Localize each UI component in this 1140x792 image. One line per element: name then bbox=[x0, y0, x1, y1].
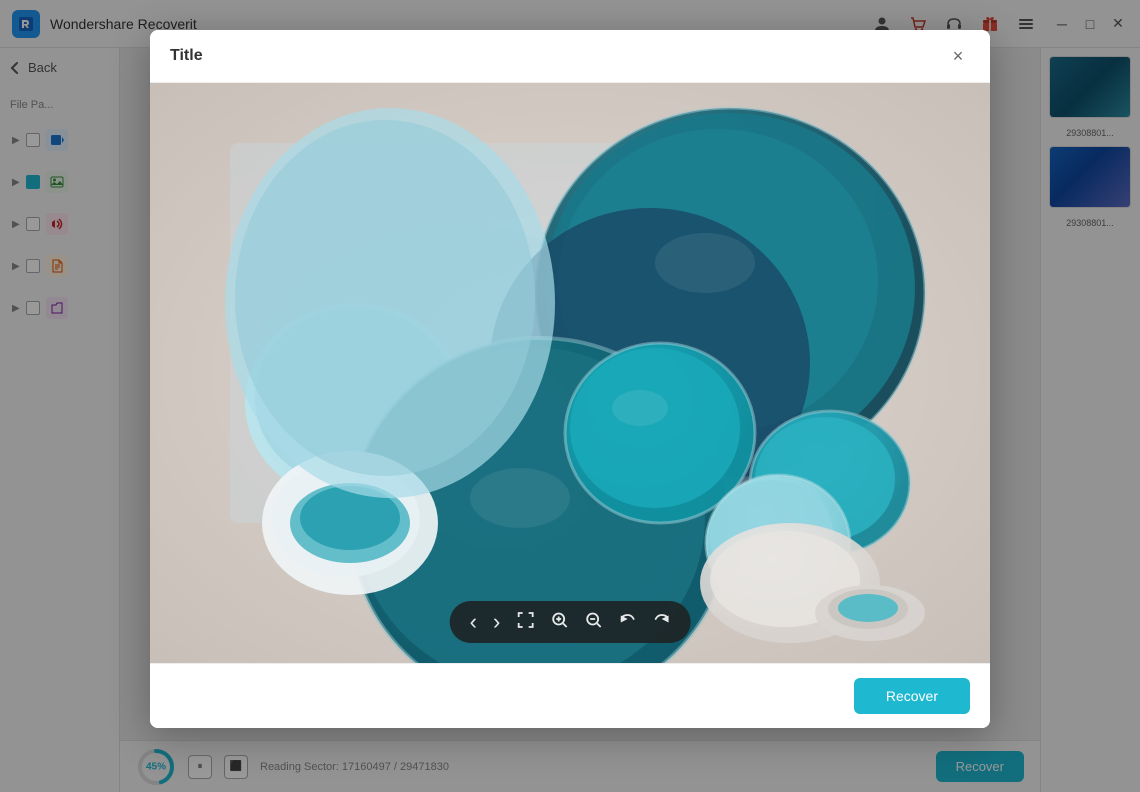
modal-footer: Recover bbox=[150, 663, 990, 728]
zoom-out-button[interactable] bbox=[584, 611, 602, 634]
image-toolbar: ‹ › bbox=[450, 601, 691, 643]
fullscreen-button[interactable] bbox=[516, 611, 534, 634]
zoom-in-button[interactable] bbox=[550, 611, 568, 634]
rotate-right-button[interactable] bbox=[652, 611, 670, 634]
preview-modal: Title × bbox=[150, 30, 990, 728]
modal-body: ‹ › bbox=[150, 83, 990, 663]
modal-header: Title × bbox=[150, 30, 990, 83]
rotate-left-button[interactable] bbox=[618, 611, 636, 634]
prev-button[interactable]: ‹ bbox=[470, 609, 477, 635]
modal-overlay: Title × bbox=[0, 0, 1140, 792]
modal-title: Title bbox=[170, 47, 203, 65]
recover-button[interactable]: Recover bbox=[854, 678, 970, 714]
next-button[interactable]: › bbox=[493, 609, 500, 635]
paint-cans-image bbox=[150, 83, 990, 663]
image-preview: ‹ › bbox=[150, 83, 990, 663]
modal-close-button[interactable]: × bbox=[946, 44, 970, 68]
